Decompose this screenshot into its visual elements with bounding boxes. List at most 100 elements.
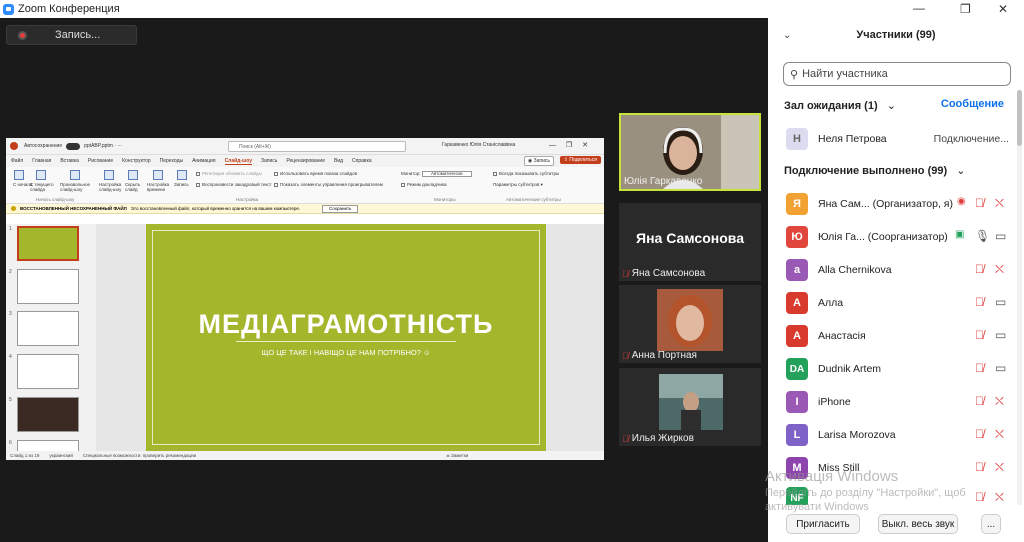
slide-thumbnail[interactable] — [17, 226, 79, 261]
btn-setup-show[interactable]: Настройка слайд-шоу — [99, 182, 123, 192]
mic-muted-icon[interactable]: 🎙̸ — [975, 427, 984, 441]
connected-header[interactable]: Подключение выполнено (99) ⌄ — [784, 164, 965, 177]
cb-subtitles-always[interactable]: Всегда показывать субтитры — [493, 171, 559, 176]
record-slide-icon[interactable] — [177, 170, 187, 180]
video-off-icon[interactable]: ⛌ — [995, 427, 1004, 442]
participant-row[interactable]: DA Dudnik Artem 🎙̸ ▭ — [768, 351, 1018, 384]
current-slide[interactable]: МЕДІАГРАМОТНІСТЬ ЩО ЦЕ ТАКЕ І НАВІЩО ЦЕ … — [146, 224, 546, 451]
waiting-room-header[interactable]: Зал ожидания (1) ⌄ — [784, 99, 896, 112]
mic-muted-icon[interactable]: 🎙̸ — [975, 295, 984, 309]
participant-row[interactable]: NF 🎙̸ ⛌ — [768, 480, 1018, 505]
ppt-share-button[interactable]: ⇧ Поделиться — [559, 156, 601, 164]
setup-show-icon[interactable] — [104, 170, 114, 180]
maximize-button[interactable]: ❐ — [960, 2, 971, 16]
slideshow-start-icon[interactable] — [14, 170, 24, 180]
participant-row[interactable]: I iPhone 🎙̸ ⛌ — [768, 384, 1018, 417]
scrollbar-thumb[interactable] — [1017, 90, 1022, 146]
subtitle-settings[interactable]: Параметры субтитров ▾ — [493, 182, 543, 188]
waiting-participant-row[interactable]: Н Неля Петрова Подключение... — [768, 121, 1018, 154]
ppt-tab[interactable]: Файл — [11, 158, 23, 164]
cb-narration[interactable]: Воспроизвести закадровый текст — [196, 182, 272, 187]
slide-divider — [236, 341, 456, 342]
mic-muted-icon[interactable]: 🎙̸ — [975, 361, 984, 375]
slide-number: 6 — [9, 440, 12, 446]
participant-row[interactable]: L Larisa Morozova 🎙̸ ⛌ — [768, 417, 1018, 450]
video-off-icon[interactable]: ⛌ — [995, 490, 1004, 505]
ppt-window-controls[interactable]: —❐✕ — [549, 141, 598, 149]
mic-muted-icon[interactable]: 🎙̸ — [975, 262, 984, 276]
participant-row[interactable]: a Alla Chernikova 🎙̸ ⛌ — [768, 252, 1018, 285]
cb-rehearse[interactable]: Репетиция обновить слайды — [196, 171, 262, 176]
mic-muted-icon[interactable]: 🎙̸ — [975, 394, 984, 408]
ppt-tab[interactable]: Конструктор — [122, 158, 151, 164]
ppt-tab[interactable]: Вставка — [60, 158, 79, 164]
participant-row[interactable]: M Miss Still 🎙̸ ⛌ — [768, 450, 1018, 483]
slide-thumbnail[interactable] — [17, 397, 79, 432]
slide-thumbnail[interactable] — [17, 354, 79, 389]
message-waiting-link[interactable]: Сообщение — [941, 98, 1004, 110]
cb-use-timing[interactable]: Использовать время показа слайдов — [274, 171, 357, 176]
mute-all-button[interactable]: Выкл. весь звук — [878, 514, 958, 534]
participants-scrollbar[interactable] — [1017, 90, 1022, 505]
slide-thumbnail[interactable] — [17, 311, 79, 346]
slideshow-current-icon[interactable] — [36, 170, 46, 180]
mic-icon[interactable]: 🎙 — [975, 229, 990, 243]
ppt-tab[interactable]: Главная — [32, 158, 51, 164]
video-off-icon[interactable]: ⛌ — [995, 394, 1004, 409]
ppt-tab[interactable]: Анимация — [192, 158, 215, 164]
mic-muted-icon[interactable]: 🎙̸ — [975, 196, 984, 210]
mic-muted-icon[interactable]: 🎙̸ — [975, 460, 984, 474]
language-indicator[interactable]: украинский — [49, 453, 72, 458]
btn-rehearse-timing[interactable]: Настройка времени — [147, 182, 171, 192]
participant-search-input[interactable]: ⚲ Найти участника — [783, 62, 1011, 86]
ppt-record-button[interactable]: ◉ Запись — [523, 156, 554, 166]
cb-presenter-view[interactable]: Режим докладчика — [401, 182, 446, 187]
btn-custom-show[interactable]: Произвольное слайд-шоу — [60, 182, 94, 192]
video-off-icon[interactable]: ⛌ — [995, 460, 1004, 475]
hide-slide-icon[interactable] — [128, 170, 138, 180]
participant-row[interactable]: А Алла 🎙̸ ▭ — [768, 285, 1018, 318]
video-icon[interactable]: ▭ — [995, 361, 1006, 375]
accessibility-status[interactable]: Специальные возможности: проверить реком… — [83, 453, 196, 458]
video-tile[interactable]: 🎙̸ Анна Портная — [619, 285, 761, 363]
close-button[interactable]: ✕ — [998, 2, 1008, 16]
custom-show-icon[interactable] — [70, 170, 80, 180]
ppt-tab[interactable]: Переходы — [160, 158, 183, 164]
recording-indicator-button[interactable]: Запись... — [6, 25, 137, 45]
notes-toggle[interactable]: ≐ Заметки — [446, 453, 468, 459]
video-icon[interactable]: ▭ — [995, 295, 1006, 309]
video-icon[interactable]: ▭ — [995, 328, 1006, 342]
invite-button[interactable]: Пригласить — [786, 514, 860, 534]
video-off-icon[interactable]: ⛌ — [995, 262, 1004, 277]
participant-row[interactable]: Я Яна Сам... (Организатор, я) ◉ 🎙̸ ⛌ — [768, 186, 1018, 219]
autosave-toggle[interactable] — [66, 142, 81, 150]
video-off-icon[interactable]: ⛌ — [995, 196, 1004, 211]
mic-muted-icon: 🎙̸ — [622, 350, 629, 361]
btn-from-current[interactable]: С текущего слайда — [30, 182, 56, 192]
cb-show-controls[interactable]: Показать элементы управления проигрывате… — [274, 182, 383, 187]
minimize-button[interactable]: — — [913, 1, 925, 15]
participant-row[interactable]: Ю Юлія Га... (Соорганизатор) ▣ 🎙 ▭ — [768, 219, 1018, 252]
more-options-button[interactable]: ... — [981, 514, 1001, 534]
mic-muted-icon[interactable]: 🎙̸ — [975, 328, 984, 342]
video-tile[interactable]: 🎙̸ Илья Жирков — [619, 368, 761, 446]
video-icon[interactable]: ▭ — [995, 229, 1006, 243]
ppt-tab[interactable]: Рецензирование — [286, 158, 325, 164]
btn-hide-slide[interactable]: Скрыть слайд — [125, 182, 143, 192]
ppt-tab-active[interactable]: Слайд-шоу — [224, 158, 252, 165]
ppt-tab[interactable]: Рисование — [88, 158, 113, 164]
btn-record-slide[interactable]: Запись — [174, 182, 189, 187]
timing-icon[interactable] — [153, 170, 163, 180]
ppt-search-input[interactable]: Поиск (Alt+Ж) — [228, 141, 406, 152]
video-tile[interactable]: Яна Самсонова 🎙̸ Яна Самсонова — [619, 203, 761, 281]
video-tile-active-speaker[interactable]: Юлія Гаркавенко — [619, 113, 761, 191]
participant-row[interactable]: А Анастасія 🎙̸ ▭ — [768, 318, 1018, 351]
participant-name: Dudnik Artem — [818, 363, 882, 375]
ppt-tab[interactable]: Запись — [261, 158, 277, 164]
ppt-tab[interactable]: Вид — [334, 158, 343, 164]
avatar: I — [786, 391, 808, 413]
warning-save-button[interactable]: Сохранить — [322, 205, 359, 213]
slide-thumbnail[interactable] — [17, 269, 79, 304]
ppt-tab[interactable]: Справка — [352, 158, 372, 164]
mic-muted-icon[interactable]: 🎙̸ — [975, 490, 984, 504]
